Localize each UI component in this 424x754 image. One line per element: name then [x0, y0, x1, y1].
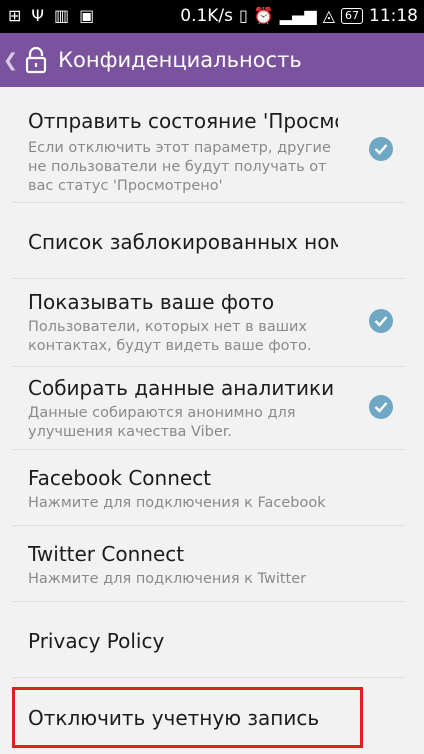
setting-subtitle: Нажмите для подключения к Twitter: [28, 571, 307, 587]
lock-icon[interactable]: [20, 44, 52, 76]
battery-icon: 67: [341, 8, 363, 24]
setting-twitter-connect[interactable]: Twitter Connect Нажмите для подключения …: [12, 526, 405, 602]
back-arrow-icon[interactable]: ❮: [3, 50, 18, 71]
add-message-icon: ⊞: [8, 6, 22, 25]
checkbox-checked-icon[interactable]: [369, 395, 393, 419]
setting-privacy-policy[interactable]: Privacy Policy: [12, 602, 405, 678]
sim-icon: ▥: [54, 6, 70, 25]
wifi-icon: ◬: [322, 6, 335, 25]
setting-send-seen-status[interactable]: Отправить состояние 'Просмотрено' Если о…: [12, 87, 405, 203]
setting-subtitle: Данные собираются анонимно для улучшения…: [28, 405, 296, 440]
setting-subtitle: Нажмите для подключения к Facebook: [28, 495, 326, 511]
setting-title: Facebook Connect: [28, 466, 212, 490]
network-speed: 0.1K/s: [180, 6, 234, 26]
checkbox-checked-icon[interactable]: [369, 137, 393, 161]
usb-icon: Ψ: [31, 6, 44, 25]
setting-title: Privacy Policy: [28, 629, 165, 653]
status-left-icons: ⊞ Ψ ▥ ▣: [8, 7, 94, 25]
setting-facebook-connect[interactable]: Facebook Connect Нажмите для подключения…: [12, 450, 405, 526]
setting-title: Собирать данные аналитики: [28, 376, 335, 400]
setting-subtitle: Пользователи, которых нет в ваших контак…: [28, 319, 312, 354]
setting-subtitle: Если отключить этот параметр, другие не …: [28, 140, 331, 194]
signal-icon: ▂▄▆: [279, 6, 317, 25]
setting-title: Список заблокированных номеров: [28, 230, 338, 254]
checkbox-checked-icon[interactable]: [369, 309, 393, 333]
setting-title: Показывать ваше фото: [28, 290, 275, 314]
setting-title: Twitter Connect: [28, 542, 185, 566]
image-icon: ▣: [79, 6, 95, 25]
page-title: Конфиденциальность: [58, 48, 302, 72]
clock: 11:18: [369, 6, 418, 26]
setting-blocked-numbers[interactable]: Список заблокированных номеров: [12, 203, 405, 279]
app-bar: ❮ Конфиденциальность: [0, 33, 424, 87]
alarm-icon: ⏰: [253, 6, 274, 25]
status-bar: ⊞ Ψ ▥ ▣ 0.1K/s ▯ ⏰ ▂▄▆ ◬ 67 11:18: [0, 0, 424, 33]
status-right: 0.1K/s ▯ ⏰ ▂▄▆ ◬ 67 11:18: [180, 6, 418, 26]
highlight-box: [12, 687, 363, 748]
setting-title: Отправить состояние 'Просмотрено': [28, 109, 338, 133]
vibrate-icon: ▯: [239, 6, 248, 25]
setting-collect-analytics[interactable]: Собирать данные аналитики Данные собираю…: [12, 367, 405, 450]
setting-show-photo[interactable]: Показывать ваше фото Пользователи, котор…: [12, 279, 405, 367]
